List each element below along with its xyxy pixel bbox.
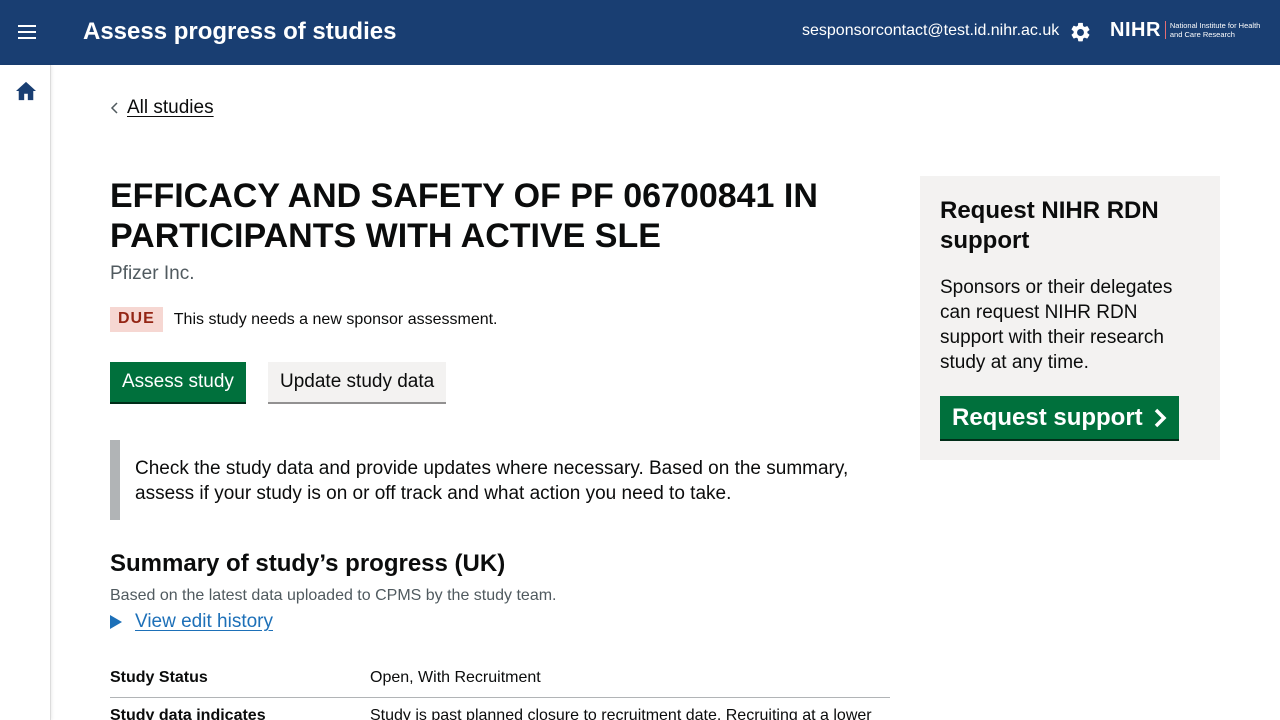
table-row: Study Status Open, With Recruitment [110, 660, 890, 698]
gear-icon[interactable] [1069, 21, 1092, 44]
sidebar [0, 65, 51, 720]
row-value: Study is past planned closure to recruit… [370, 707, 872, 720]
chevron-right-icon [1154, 408, 1167, 427]
nihr-logo: NIHR National Institute for Health and C… [1110, 18, 1270, 42]
top-header: Assess progress of studies sesponsorcont… [0, 0, 1280, 65]
row-key: Study Status [110, 669, 208, 686]
support-panel-body: Sponsors or their delegates can request … [940, 277, 1173, 373]
logo-text: National Institute for Health and Care R… [1169, 21, 1261, 39]
row-key: Study data indicates [110, 707, 266, 720]
summary-heading: Summary of study’s progress (UK) [110, 550, 506, 577]
triangle-right-icon [110, 615, 122, 629]
status-badge: DUE [110, 307, 163, 332]
row-value: Open, With Recruitment [370, 669, 541, 686]
view-edit-history-link[interactable]: View edit history [135, 611, 273, 633]
back-link[interactable]: All studies [110, 97, 214, 119]
page-title: EFFICACY AND SAFETY OF PF 06700841 IN PA… [110, 177, 818, 255]
sponsor-name: Pfizer Inc. [110, 263, 195, 284]
summary-table: Study Status Open, With Recruitment Stud… [110, 660, 890, 720]
logo-separator [1164, 21, 1166, 39]
logo-mark: NIHR [1110, 18, 1161, 41]
home-icon[interactable] [15, 81, 37, 101]
request-support-button[interactable]: Request support [940, 396, 1179, 439]
support-panel: Request NIHR RDN support Sponsors or the… [920, 176, 1220, 460]
status-text: This study needs a new sponsor assessmen… [173, 310, 498, 328]
chevron-left-icon [110, 102, 118, 114]
inset-text: Check the study data and provide updates… [110, 440, 890, 520]
update-study-data-button[interactable]: Update study data [268, 362, 447, 402]
assess-study-button[interactable]: Assess study [110, 362, 246, 402]
back-link-label: All studies [127, 97, 214, 118]
summary-subtext: Based on the latest data uploaded to CPM… [110, 587, 557, 604]
support-panel-title: Request NIHR RDN support [940, 197, 1159, 254]
user-email: sesponsorcontact@test.id.nihr.ac.uk [802, 22, 1060, 39]
menu-icon[interactable] [16, 22, 38, 44]
view-edit-history-toggle[interactable]: View edit history [110, 611, 273, 633]
status-row: DUE This study needs a new sponsor asses… [110, 307, 498, 332]
app-title: Assess progress of studies [83, 18, 397, 45]
request-support-label: Request support [952, 404, 1143, 431]
table-row: Study data indicates Study is past plann… [110, 698, 890, 720]
